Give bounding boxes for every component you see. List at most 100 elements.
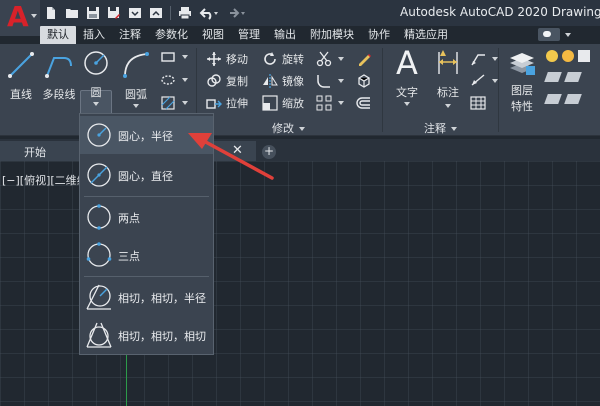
close-icon[interactable]: ✕ xyxy=(232,143,243,158)
layer-properties-button[interactable]: 图层 特性 xyxy=(504,48,540,114)
menu-item-two-point[interactable]: 两点 xyxy=(80,198,213,236)
leader-icon xyxy=(471,54,485,66)
chevron-down-icon[interactable] xyxy=(338,57,344,61)
plot-cloud-icon[interactable] xyxy=(149,6,163,20)
tab-manage[interactable]: 管理 xyxy=(231,26,267,44)
tab-collaborate[interactable]: 协作 xyxy=(361,26,397,44)
circle-tan-tan-tan-icon xyxy=(86,322,112,348)
tab-add-ins[interactable]: 附加模块 xyxy=(303,26,361,44)
tab-annotate[interactable]: 注释 xyxy=(112,26,148,44)
offset-button[interactable] xyxy=(356,94,372,112)
tab-home[interactable]: 默认 xyxy=(40,26,76,44)
menu-item-tan-tan-radius[interactable]: 相切，相切，半径 xyxy=(80,278,213,316)
hatch-button[interactable] xyxy=(160,71,188,89)
redo-icon[interactable] xyxy=(226,6,246,20)
print-icon[interactable] xyxy=(178,6,192,20)
annotation-panel-label[interactable]: 注释 xyxy=(424,120,457,136)
text-button[interactable]: A 文字 xyxy=(390,44,424,106)
panel-divider xyxy=(498,48,499,132)
polyline-label: 多段线 xyxy=(42,88,76,101)
cube-icon xyxy=(358,74,370,88)
scale-label: 缩放 xyxy=(282,97,304,110)
chevron-down-icon[interactable] xyxy=(404,102,410,106)
undo-icon[interactable] xyxy=(199,6,219,20)
scale-button[interactable]: 缩放 xyxy=(262,94,304,112)
circle-label: 圆 xyxy=(90,86,102,99)
tab-parametric[interactable]: 参数化 xyxy=(148,26,195,44)
layer-tool-icon[interactable] xyxy=(564,72,582,82)
circle-button-face[interactable]: 圆 xyxy=(81,48,111,106)
open-folder-icon[interactable] xyxy=(65,6,79,20)
autocad-logo: A xyxy=(7,0,29,33)
leader-2-button[interactable] xyxy=(470,72,498,90)
menu-divider xyxy=(84,196,209,197)
layer-swatch-icon[interactable] xyxy=(578,50,590,62)
offset-icon xyxy=(356,97,370,109)
circle-center-radius-icon xyxy=(87,123,111,147)
menu-item-center-radius[interactable]: 圆心，半径 xyxy=(80,116,213,154)
tab-insert[interactable]: 插入 xyxy=(76,26,112,44)
table-button[interactable] xyxy=(470,94,486,112)
menu-item-tan-tan-tan[interactable]: 相切，相切，相切 xyxy=(80,316,213,354)
menu-item-three-point[interactable]: 三点 xyxy=(80,236,213,274)
cloud-save-icon[interactable] xyxy=(128,6,142,20)
circle-2-point-icon xyxy=(87,204,111,230)
menu-divider xyxy=(84,276,209,277)
tab-output[interactable]: 输出 xyxy=(267,26,303,44)
move-button[interactable]: 移动 xyxy=(206,50,248,68)
sun-icon[interactable] xyxy=(562,50,574,62)
layer-tool-icon[interactable] xyxy=(564,94,582,104)
save-as-icon[interactable] xyxy=(107,6,121,20)
mirror-button[interactable]: 镜像 xyxy=(262,72,304,90)
chevron-down-icon[interactable] xyxy=(565,33,571,37)
chevron-down-icon[interactable] xyxy=(93,102,99,106)
save-icon[interactable] xyxy=(86,6,100,20)
leader-button[interactable] xyxy=(470,50,498,68)
menu-item-center-diameter[interactable]: 圆心，直径 xyxy=(80,156,213,194)
chevron-down-icon xyxy=(299,127,305,131)
chevron-down-icon[interactable] xyxy=(182,78,188,82)
chevron-down-icon[interactable] xyxy=(182,55,188,59)
fillet-button[interactable] xyxy=(316,72,344,90)
chevron-down-icon[interactable] xyxy=(445,104,451,108)
bulb-icon[interactable] xyxy=(546,50,558,62)
chevron-down-icon[interactable] xyxy=(182,101,188,105)
ribbon-display-toggle[interactable] xyxy=(538,28,560,41)
hatch-pattern-button[interactable] xyxy=(160,94,188,112)
modify-panel-label[interactable]: 修改 xyxy=(272,120,305,136)
copy-button[interactable]: 复制 xyxy=(206,72,248,90)
stretch-button[interactable]: 拉伸 xyxy=(206,94,248,112)
autocad-window: Autodesk AutoCAD 2020 Drawing1 A 默认 插入 注… xyxy=(0,0,600,406)
explode-button[interactable] xyxy=(356,72,372,90)
start-tab[interactable]: 开始 xyxy=(0,141,80,161)
chevron-down-icon[interactable] xyxy=(133,104,139,108)
tab-view[interactable]: 视图 xyxy=(195,26,231,44)
array-button[interactable] xyxy=(316,94,344,112)
layer-tool-icon[interactable] xyxy=(544,94,562,104)
new-file-icon[interactable] xyxy=(44,6,58,20)
line-button[interactable]: 直线 xyxy=(4,50,38,102)
pencil-icon xyxy=(359,54,371,66)
polyline-button[interactable]: 多段线 xyxy=(40,50,78,102)
application-menu-button[interactable]: A xyxy=(0,0,40,36)
add-tab-icon[interactable]: + xyxy=(262,145,276,159)
text-a-icon: A xyxy=(396,44,418,82)
copy-icon xyxy=(207,74,221,87)
dimension-button[interactable]: 标注 xyxy=(430,48,466,108)
tab-featured-apps[interactable]: 精选应用 xyxy=(397,26,455,44)
arc-button[interactable]: 圆弧 xyxy=(118,50,154,108)
layer-tool-icon[interactable] xyxy=(544,72,562,82)
viewport-controls[interactable]: [−][俯视][二维线 xyxy=(2,172,88,188)
chevron-down-icon[interactable] xyxy=(338,79,344,83)
circle-3-point-icon xyxy=(86,242,112,267)
array-icon xyxy=(316,95,332,111)
line-label: 直线 xyxy=(10,88,32,101)
stretch-label: 拉伸 xyxy=(226,97,248,110)
rectangle-button[interactable] xyxy=(160,48,188,66)
ribbon-tabs: 默认 插入 注释 参数化 视图 管理 输出 附加模块 协作 精选应用 xyxy=(40,26,455,44)
rotate-button[interactable]: 旋转 xyxy=(262,50,304,68)
trim-button[interactable] xyxy=(316,50,344,68)
chevron-down-icon[interactable] xyxy=(338,101,344,105)
erase-button[interactable] xyxy=(356,50,372,68)
text-label: 文字 xyxy=(396,86,418,99)
